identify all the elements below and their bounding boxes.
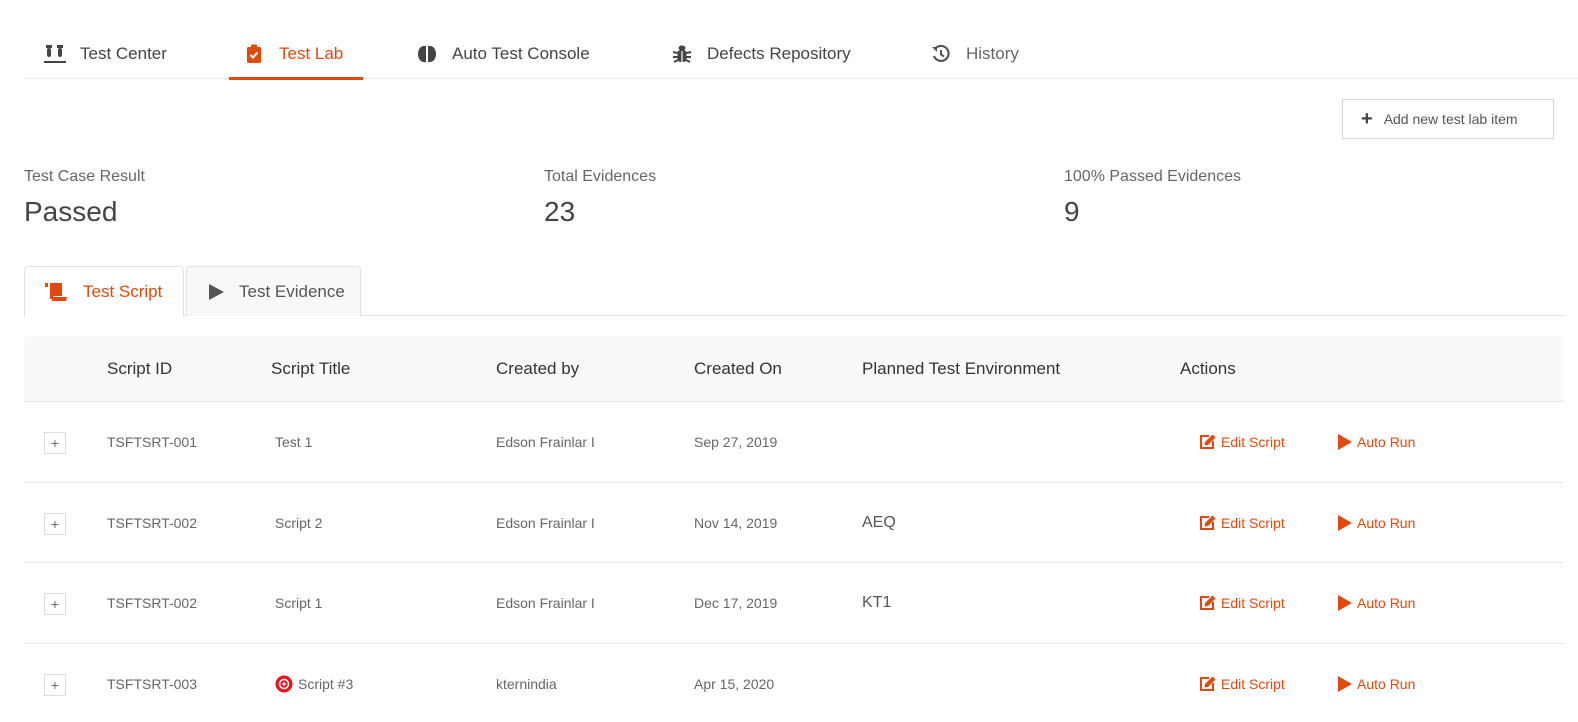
subtab-label: Test Evidence — [239, 281, 345, 301]
plus-icon: + — [1361, 108, 1373, 130]
column-header-created-by[interactable]: Created by — [496, 336, 579, 402]
auto-run-button[interactable]: Auto Run — [1338, 402, 1415, 482]
script-id: TSFTSRT-003 — [107, 675, 197, 692]
auto-run-button[interactable]: Auto Run — [1338, 563, 1415, 643]
created-by: Edson Frainlar I — [496, 595, 595, 611]
edit-icon — [1199, 434, 1216, 450]
script-title-text[interactable]: Script 1 — [275, 595, 322, 611]
script-id: TSFTSRT-002 — [107, 514, 197, 531]
column-header-script-id[interactable]: Script ID — [107, 336, 172, 402]
edit-script-label: Edit Script — [1221, 514, 1285, 531]
edit-icon — [1199, 676, 1216, 692]
stat-value: Passed — [24, 196, 118, 227]
edit-script-button[interactable]: Edit Script — [1199, 563, 1285, 643]
created-by: kternindia — [496, 675, 557, 692]
created-on: Dec 17, 2019 — [694, 595, 778, 611]
created-on: Apr 15, 2020 — [694, 675, 775, 692]
stat-test-case-result: Test Case Result Passed — [24, 168, 145, 228]
table-header: Script ID Script Title Created by Create… — [24, 336, 1564, 402]
script-title: Script 1 — [275, 563, 322, 643]
edit-script-label: Edit Script — [1221, 434, 1285, 450]
tab-test-lab[interactable]: Test Lab — [228, 28, 364, 80]
column-header-planned-env[interactable]: Planned Test Environment — [862, 336, 1060, 402]
stat-passed-evidences: 100% Passed Evidences 9 — [1064, 168, 1241, 228]
auto-run-label: Auto Run — [1357, 675, 1416, 692]
table-row: + TSFTSRT-002 Script 2 Edson Frainlar I … — [24, 483, 1564, 563]
created-on: Nov 14, 2019 — [694, 514, 778, 531]
history-icon — [930, 43, 952, 65]
edit-icon — [1199, 515, 1216, 531]
tab-label: Auto Test Console — [452, 43, 590, 63]
play-icon — [207, 283, 225, 301]
created-by: Edson Frainlar I — [496, 514, 595, 531]
tab-label: History — [966, 43, 1019, 63]
script-title-text[interactable]: Test 1 — [275, 434, 312, 450]
edit-script-button[interactable]: Edit Script — [1199, 644, 1285, 722]
edit-script-label: Edit Script — [1221, 595, 1285, 611]
stat-total-evidences: Total Evidences 23 — [544, 168, 656, 228]
planned-env: KT1 — [862, 594, 892, 611]
subtab-test-script[interactable]: Test Script — [24, 266, 184, 317]
clipboard-check-icon — [243, 43, 265, 65]
tab-label: Defects Repository — [707, 43, 851, 63]
table-row: + TSFTSRT-001 Test 1 Edson Frainlar I Se… — [24, 402, 1564, 483]
stat-value: 9 — [1064, 196, 1080, 227]
auto-run-label: Auto Run — [1357, 434, 1416, 450]
column-header-actions: Actions — [1180, 359, 1236, 378]
auto-run-label: Auto Run — [1357, 514, 1416, 531]
auto-run-label: Auto Run — [1357, 595, 1416, 611]
column-header-created-on[interactable]: Created On — [694, 336, 782, 402]
tab-label: Test Lab — [279, 43, 344, 63]
script-title: Test 1 — [275, 402, 312, 482]
tab-label: Test Center — [80, 43, 167, 63]
top-navigation: Test Center Test Lab Auto Test Console D… — [24, 28, 1578, 80]
stat-label: 100% Passed Evidences — [1064, 168, 1241, 185]
brain-icon — [416, 43, 438, 65]
scripts-table: Script ID Script Title Created by Create… — [24, 336, 1564, 722]
table-body: + TSFTSRT-001 Test 1 Edson Frainlar I Se… — [24, 402, 1564, 722]
play-icon — [1338, 595, 1352, 611]
edit-script-button[interactable]: Edit Script — [1199, 483, 1285, 563]
flag-target-icon — [275, 675, 293, 693]
table-row: + TSFTSRT-003 Script #3 kternindia Apr 1… — [24, 644, 1564, 722]
subtab-label: Test Script — [83, 282, 163, 301]
add-test-lab-item-button[interactable]: + Add new test lab item — [1342, 99, 1554, 139]
tab-auto-test-console[interactable]: Auto Test Console — [416, 28, 590, 79]
script-id: TSFTSRT-001 — [107, 434, 197, 450]
script-title-text[interactable]: Script 2 — [275, 515, 322, 531]
edit-script-label: Edit Script — [1221, 675, 1285, 692]
expand-row-button[interactable]: + — [44, 673, 66, 696]
expand-row-button[interactable]: + — [44, 432, 66, 454]
subtab-test-evidence[interactable]: Test Evidence — [186, 266, 361, 316]
expand-row-button[interactable]: + — [44, 593, 66, 615]
stat-value: 23 — [544, 196, 576, 227]
edit-script-button[interactable]: Edit Script — [1199, 402, 1285, 482]
play-icon — [1338, 434, 1352, 450]
bug-icon — [671, 43, 693, 65]
script-id: TSFTSRT-002 — [107, 595, 197, 611]
tab-test-center[interactable]: Test Center — [44, 28, 167, 79]
table-row: + TSFTSRT-002 Script 1 Edson Frainlar I … — [24, 563, 1564, 644]
created-on: Sep 27, 2019 — [694, 434, 778, 450]
script-title: Script #3 — [275, 644, 353, 722]
sub-tabs: Test Script Test Evidence — [24, 266, 1564, 317]
expand-row-button[interactable]: + — [44, 512, 66, 535]
stat-label: Total Evidences — [544, 168, 657, 185]
scroll-icon — [45, 282, 69, 302]
tab-history[interactable]: History — [930, 28, 1019, 79]
script-title: Script 2 — [275, 483, 322, 563]
stat-label: Test Case Result — [24, 168, 145, 185]
auto-run-button[interactable]: Auto Run — [1338, 644, 1415, 722]
test-tubes-icon — [44, 43, 66, 65]
play-icon — [1338, 675, 1352, 692]
created-by: Edson Frainlar I — [496, 434, 595, 450]
add-button-label: Add new test lab item — [1383, 111, 1518, 127]
auto-run-button[interactable]: Auto Run — [1338, 483, 1415, 563]
edit-icon — [1199, 595, 1216, 611]
tab-defects-repository[interactable]: Defects Repository — [671, 28, 851, 79]
planned-env: AEQ — [862, 513, 896, 531]
column-header-script-title[interactable]: Script Title — [271, 336, 350, 402]
script-title-text[interactable]: Script #3 — [298, 676, 353, 692]
play-icon — [1338, 514, 1352, 531]
